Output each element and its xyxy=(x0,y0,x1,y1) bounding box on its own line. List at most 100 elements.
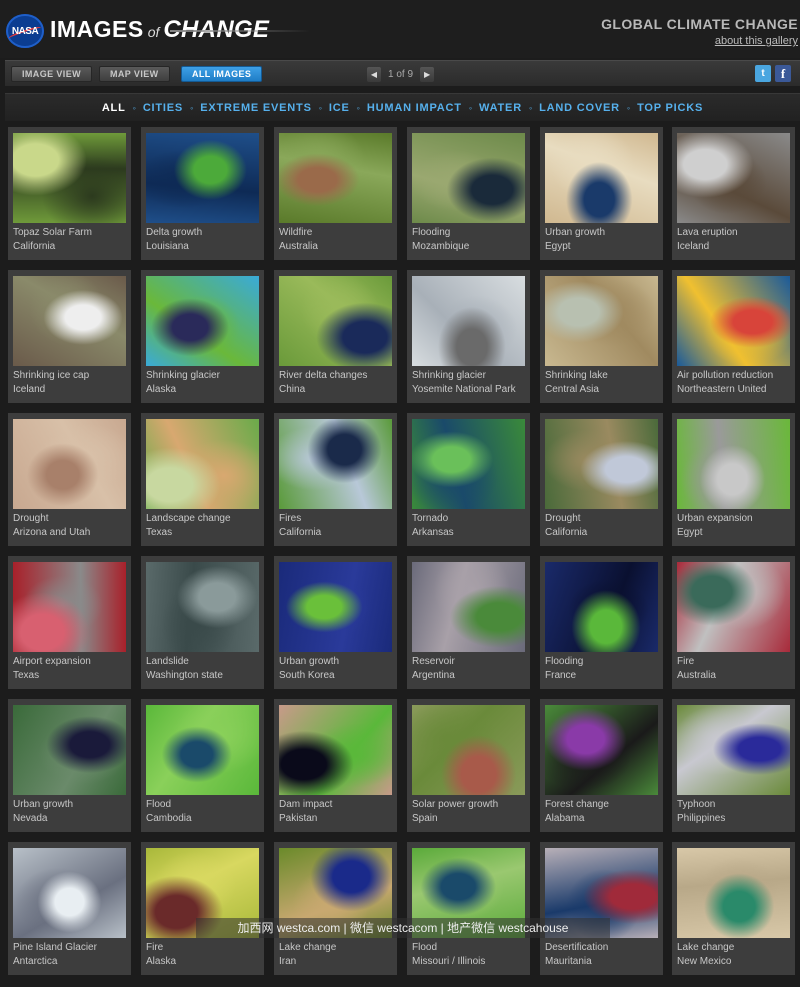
thumbnail-image[interactable] xyxy=(279,419,392,509)
image-tile[interactable]: Flood Missouri / Illinois xyxy=(407,842,530,975)
image-tile[interactable]: Typhoon Philippines xyxy=(672,699,795,832)
image-tile[interactable]: Urban growth Nevada xyxy=(8,699,131,832)
image-tile[interactable]: Air pollution reduction Northeastern Unit… xyxy=(672,270,795,403)
category-land-cover[interactable]: LAND COVER xyxy=(539,102,620,114)
thumbnail-image[interactable] xyxy=(412,419,525,509)
image-tile[interactable]: Urban growth Egypt xyxy=(540,127,663,260)
image-tile[interactable]: Lake change New Mexico xyxy=(672,842,795,975)
thumbnail-image[interactable] xyxy=(279,562,392,652)
image-tile[interactable]: Fire Australia xyxy=(672,556,795,689)
facebook-icon[interactable]: f xyxy=(775,65,791,82)
tile-title: Air pollution reduction xyxy=(677,370,774,381)
image-tile[interactable]: Shrinking lake Central Asia xyxy=(540,270,663,403)
category-all[interactable]: ALL xyxy=(102,102,126,114)
image-tile[interactable]: Shrinking glacier Alaska xyxy=(141,270,264,403)
tile-location: Alaska xyxy=(146,384,177,395)
tile-location: Northeastern United xyxy=(677,384,767,395)
tile-location: Missouri / Illinois xyxy=(412,956,486,967)
image-tile[interactable]: Fire Alaska xyxy=(141,842,264,975)
thumbnail-image[interactable] xyxy=(545,276,658,366)
tile-title: River delta changes xyxy=(279,370,368,381)
image-tile[interactable]: Forest change Alabama xyxy=(540,699,663,832)
thumbnail-image[interactable] xyxy=(412,276,525,366)
thumbnail-image[interactable] xyxy=(146,419,259,509)
image-tile[interactable]: Urban growth South Korea xyxy=(274,556,397,689)
image-tile[interactable]: River delta changes China xyxy=(274,270,397,403)
thumbnail-image[interactable] xyxy=(279,705,392,795)
chevron-left-icon[interactable]: ◀ xyxy=(367,66,381,82)
thumbnail-image[interactable] xyxy=(13,848,126,938)
pager: ◀ 1 of 9 ▶ xyxy=(367,66,435,82)
view-toolbar: IMAGE VIEW MAP VIEW ALL IMAGES ◀ 1 of 9 … xyxy=(5,60,800,86)
chevron-right-icon[interactable]: ▶ xyxy=(420,66,435,82)
thumbnail-image[interactable] xyxy=(146,705,259,795)
image-tile[interactable]: Shrinking ice cap Iceland xyxy=(8,270,131,403)
site-title[interactable]: GLOBAL CLIMATE CHANGE xyxy=(601,16,798,32)
nasa-logo[interactable]: NASA xyxy=(6,14,44,48)
category-extreme-events[interactable]: EXTREME EVENTS xyxy=(200,102,311,114)
thumbnail-image[interactable] xyxy=(13,562,126,652)
thumbnail-image[interactable] xyxy=(677,133,790,223)
image-tile[interactable]: Landslide Washington state xyxy=(141,556,264,689)
thumbnail-image[interactable] xyxy=(412,133,525,223)
thumbnail-image[interactable] xyxy=(13,133,126,223)
thumbnail-image[interactable] xyxy=(13,276,126,366)
image-tile[interactable]: Drought California xyxy=(540,413,663,546)
thumbnail-image[interactable] xyxy=(13,705,126,795)
tile-location: Egypt xyxy=(677,527,703,538)
category-water[interactable]: WATER xyxy=(479,102,522,114)
image-tile[interactable]: Flooding France xyxy=(540,556,663,689)
thumbnail-image[interactable] xyxy=(279,133,392,223)
thumbnail-image[interactable] xyxy=(146,276,259,366)
tile-title: Flood xyxy=(412,942,438,953)
thumbnail-image[interactable] xyxy=(677,705,790,795)
image-tile[interactable]: Landscape change Texas xyxy=(141,413,264,546)
image-tile[interactable]: Shrinking glacier Yosemite National Park xyxy=(407,270,530,403)
image-view-button[interactable]: IMAGE VIEW xyxy=(11,66,93,82)
image-tile[interactable]: Reservoir Argentina xyxy=(407,556,530,689)
tile-location: Philippines xyxy=(677,813,726,824)
category-ice[interactable]: ICE xyxy=(329,102,350,114)
thumbnail-image[interactable] xyxy=(146,133,259,223)
image-tile[interactable]: Pine Island Glacier Antarctica xyxy=(8,842,131,975)
thumbnail-image[interactable] xyxy=(677,562,790,652)
category-human-impact[interactable]: HUMAN IMPACT xyxy=(367,102,462,114)
thumbnail-image[interactable] xyxy=(412,705,525,795)
image-tile[interactable]: Fires California xyxy=(274,413,397,546)
thumbnail-image[interactable] xyxy=(146,562,259,652)
image-tile[interactable]: Flood Cambodia xyxy=(141,699,264,832)
tile-location: Central Asia xyxy=(545,384,599,395)
image-tile[interactable]: Lava eruption Iceland xyxy=(672,127,795,260)
image-tile[interactable]: Dam impact Pakistan xyxy=(274,699,397,832)
image-tile[interactable]: Solar power growth Spain xyxy=(407,699,530,832)
image-tile[interactable]: Drought Arizona and Utah xyxy=(8,413,131,546)
thumbnail-image[interactable] xyxy=(412,562,525,652)
image-tile[interactable]: Desertification Mauritania xyxy=(540,842,663,975)
thumbnail-image[interactable] xyxy=(545,562,658,652)
tile-location: Arkansas xyxy=(412,527,454,538)
about-gallery-link[interactable]: about this gallery xyxy=(715,35,798,47)
thumbnail-image[interactable] xyxy=(677,848,790,938)
map-view-button[interactable]: MAP VIEW xyxy=(99,66,170,82)
all-images-button[interactable]: ALL IMAGES xyxy=(181,66,263,82)
image-tile[interactable]: Wildfire Australia xyxy=(274,127,397,260)
thumbnail-image[interactable] xyxy=(279,276,392,366)
thumbnail-image[interactable] xyxy=(677,276,790,366)
thumbnail-image[interactable] xyxy=(677,419,790,509)
image-tile[interactable]: Flooding Mozambique xyxy=(407,127,530,260)
thumbnail-image[interactable] xyxy=(545,419,658,509)
thumbnail-image[interactable] xyxy=(545,133,658,223)
thumbnail-image[interactable] xyxy=(545,705,658,795)
twitter-icon[interactable]: t xyxy=(755,65,771,82)
image-tile[interactable]: Lake change Iran xyxy=(274,842,397,975)
tile-title: Fire xyxy=(677,656,695,667)
image-tile[interactable]: Urban expansion Egypt xyxy=(672,413,795,546)
image-tile[interactable]: Airport expansion Texas xyxy=(8,556,131,689)
page-indicator: 1 of 9 xyxy=(388,68,414,80)
category-cities[interactable]: CITIES xyxy=(143,102,183,114)
category-top-picks[interactable]: TOP PICKS xyxy=(637,102,703,114)
thumbnail-image[interactable] xyxy=(13,419,126,509)
image-tile[interactable]: Tornado Arkansas xyxy=(407,413,530,546)
image-tile[interactable]: Topaz Solar Farm California xyxy=(8,127,131,260)
image-tile[interactable]: Delta growth Louisiana xyxy=(141,127,264,260)
